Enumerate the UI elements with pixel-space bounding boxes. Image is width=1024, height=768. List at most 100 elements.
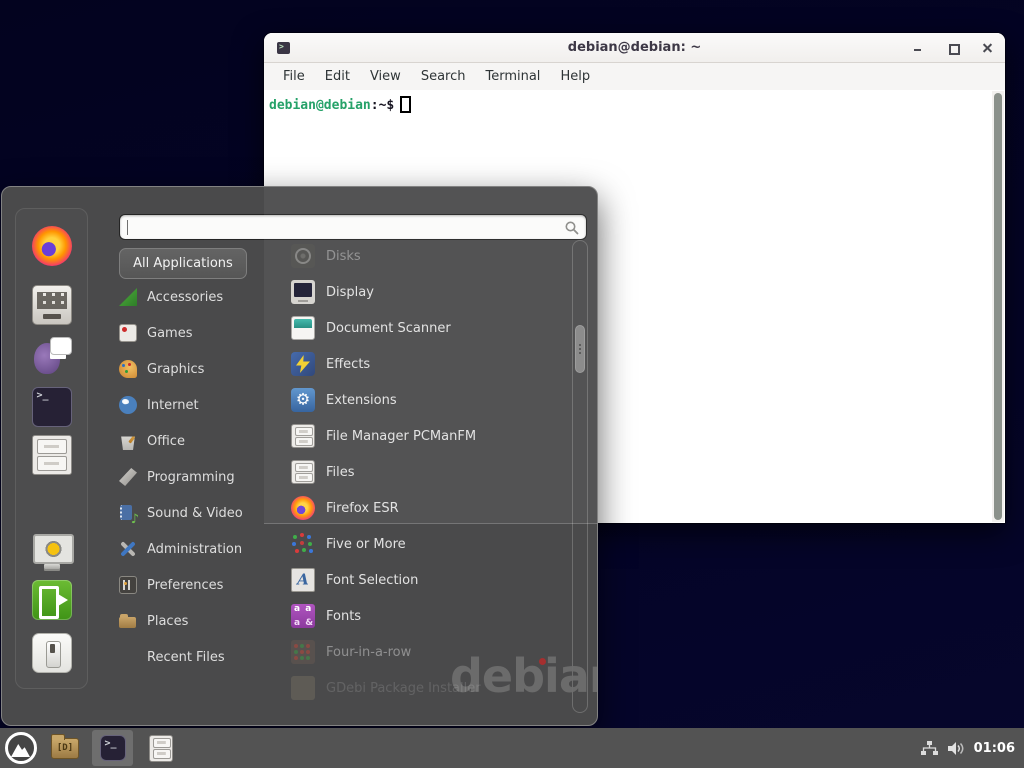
category-internet[interactable]: Internet (119, 387, 284, 423)
category-programming[interactable]: Programming (119, 459, 284, 495)
cabinet-icon (291, 424, 315, 448)
category-label: Sound & Video (147, 506, 243, 521)
app-label: Display (326, 285, 374, 300)
category-recent-files[interactable]: Recent Files (119, 639, 284, 675)
taskbar-terminal-button[interactable] (92, 730, 133, 766)
app-five-or-more[interactable]: Five or More (291, 526, 563, 562)
taskbar-files-button[interactable] (149, 735, 173, 762)
app-four-in-a-row[interactable]: Four-in-a-row (291, 634, 563, 670)
four-in-a-row-icon (291, 640, 315, 664)
terminal-titlebar[interactable]: debian@debian: ~ (264, 33, 1005, 63)
terminal-scrollbar-thumb[interactable] (994, 93, 1002, 520)
favorite-terminal[interactable] (32, 387, 72, 427)
close-icon[interactable] (982, 42, 993, 53)
app-font-selection[interactable]: Font Selection (291, 562, 563, 598)
category-administration[interactable]: Administration (119, 531, 284, 567)
app-label: Disks (326, 249, 361, 264)
app-label: Document Scanner (326, 321, 451, 336)
search-input[interactable] (120, 215, 586, 239)
preferences-icon (119, 576, 137, 594)
effects-icon (291, 352, 315, 376)
scanner-icon (291, 316, 315, 340)
log-out-icon (32, 580, 72, 620)
session-log-out[interactable] (32, 580, 72, 620)
application-menu: debian All Applications AccessoriesGames… (1, 186, 598, 726)
category-label: Internet (147, 398, 199, 413)
five-dots-icon (291, 532, 315, 556)
category-label: Programming (147, 470, 235, 485)
app-label: Firefox ESR (326, 501, 399, 516)
category-games[interactable]: Games (119, 315, 284, 351)
category-preferences[interactable]: Preferences (119, 567, 284, 603)
terminal-menu-terminal[interactable]: Terminal (475, 69, 550, 84)
disks-icon (291, 244, 315, 268)
category-label: Graphics (147, 362, 204, 377)
apps-list: Disks Display Document Scanner Effects Exten… (291, 238, 563, 706)
app-label: Five or More (326, 537, 406, 552)
fonts-icon (291, 604, 315, 628)
terminal-app-icon (277, 42, 290, 54)
terminal-menu-help[interactable]: Help (550, 69, 600, 84)
search-box[interactable] (119, 214, 587, 240)
display-icon (291, 280, 315, 304)
favorite-file-cabinet[interactable] (32, 435, 72, 475)
app-firefox-esr[interactable]: Firefox ESR (291, 490, 563, 526)
favorite-keyboard[interactable] (32, 285, 72, 325)
terminal-menu-search[interactable]: Search (411, 69, 476, 84)
session-shut-down[interactable] (32, 633, 72, 673)
app-label: Effects (326, 357, 370, 372)
clock[interactable]: 01:06 (974, 741, 1015, 756)
terminal-cursor (400, 96, 411, 113)
terminal-prompt: debian@debian:~$ (269, 96, 411, 113)
menu-button[interactable] (5, 732, 37, 764)
minimize-icon[interactable] (912, 42, 923, 53)
sound-video-icon (119, 504, 137, 522)
favorite-firefox[interactable] (32, 226, 72, 266)
places-icon (119, 612, 137, 630)
firefox-icon (291, 496, 315, 520)
category-accessories[interactable]: Accessories (119, 279, 284, 315)
app-display[interactable]: Display (291, 274, 563, 310)
maximize-icon[interactable] (947, 42, 958, 53)
network-icon[interactable] (921, 741, 938, 756)
app-label: Files (326, 465, 355, 480)
menu-scrollbar-thumb[interactable] (575, 325, 585, 373)
text-caret (127, 220, 128, 235)
app-files[interactable]: Files (291, 454, 563, 490)
shut-down-icon (32, 633, 72, 673)
session-lock-screen[interactable] (32, 531, 72, 571)
terminal-icon (32, 387, 72, 427)
app-gdebi-package-installer[interactable]: GDebi Package Installer (291, 670, 563, 706)
all-applications-button[interactable]: All Applications (119, 248, 247, 279)
app-extensions[interactable]: Extensions (291, 382, 563, 418)
app-label: Font Selection (326, 573, 418, 588)
terminal-menu-edit[interactable]: Edit (315, 69, 360, 84)
all-applications-label: All Applications (133, 256, 233, 271)
app-label: File Manager PCManFM (326, 429, 476, 444)
category-label: Office (147, 434, 185, 449)
status-tray: 01:06 (921, 741, 1015, 756)
categories-list: Accessories Games Graphics Internet Office Pr… (119, 279, 284, 675)
app-document-scanner[interactable]: Document Scanner (291, 310, 563, 346)
favorite-pidgin[interactable] (32, 335, 72, 375)
terminal-menu-file[interactable]: File (273, 69, 315, 84)
desktop-folder-button[interactable]: [D] (51, 738, 79, 759)
app-disks[interactable]: Disks (291, 238, 563, 274)
app-effects[interactable]: Effects (291, 346, 563, 382)
search-icon (564, 220, 580, 236)
terminal-scrollbar[interactable] (992, 91, 1004, 522)
menu-scrollbar[interactable] (572, 240, 588, 713)
category-office[interactable]: Office (119, 423, 284, 459)
app-fonts[interactable]: Fonts (291, 598, 563, 634)
keyboard-icon (32, 285, 72, 325)
category-sound-video[interactable]: Sound & Video (119, 495, 284, 531)
category-label: Accessories (147, 290, 223, 305)
app-file-manager-pcmanfm[interactable]: File Manager PCManFM (291, 418, 563, 454)
terminal-window-title: debian@debian: ~ (568, 40, 701, 55)
volume-icon[interactable] (947, 741, 965, 756)
category-places[interactable]: Places (119, 603, 284, 639)
programming-icon (119, 468, 137, 486)
category-graphics[interactable]: Graphics (119, 351, 284, 387)
file-cabinet-icon (32, 435, 72, 475)
terminal-menu-view[interactable]: View (360, 69, 411, 84)
